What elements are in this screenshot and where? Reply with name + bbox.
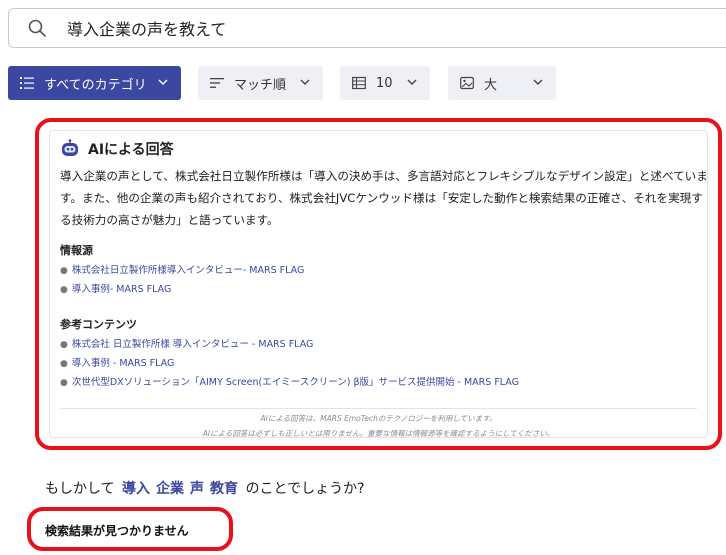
reference-link[interactable]: ● 導入事例 - MARS FLAG (60, 354, 519, 373)
robot-icon (62, 139, 78, 156)
sort-label: マッチ順 (234, 77, 287, 93)
bullet-icon: ● (60, 359, 68, 369)
image-icon (460, 76, 474, 90)
category-dropdown[interactable]: すべてのカテゴリ (8, 66, 181, 100)
search-query: 導入企業の声を教えて (67, 20, 227, 39)
sources-list: ● 株式会社日立製作所様導入インタビュー- MARS FLAG ● 導入事例- MA… (60, 261, 304, 299)
count-label: 10 (376, 75, 393, 91)
chevron-down-icon (533, 79, 543, 85)
ai-answer-title: AIによる回答 (88, 142, 174, 158)
search-icon (28, 19, 46, 37)
ai-answer-text: 導入企業の声として、株式会社日立製作所様は「導入の決め手は、多言語対応とフレキシ… (60, 169, 708, 227)
bullet-icon: ● (60, 285, 68, 295)
sort-dropdown[interactable]: マッチ順 (198, 66, 323, 100)
bullet-icon: ● (60, 266, 68, 276)
ai-answer-highlight: AIによる回答 導入企業の声として、株式会社日立製作所様は「導入の決め手は、多言… (35, 118, 722, 450)
source-link[interactable]: ● 導入事例- MARS FLAG (60, 280, 304, 299)
references-heading: 参考コンテンツ (60, 318, 137, 331)
ai-answer-header: AIによる回答 (60, 139, 174, 159)
reference-link[interactable]: ● 株式会社 日立製作所様 導入インタビュー - MARS FLAG (60, 335, 519, 354)
did-you-mean: もしかして 導入 企業声教育 のことでしょうか? (45, 478, 365, 498)
no-results-highlight: 検索結果が見つかりません (27, 507, 233, 551)
suggested-keyword[interactable]: 声 (190, 481, 204, 497)
references-list: ● 株式会社 日立製作所様 導入インタビュー - MARS FLAG ● 導入事例 … (60, 335, 519, 392)
chevron-down-icon (300, 79, 310, 85)
no-results-message: 検索結果が見つかりません (45, 524, 189, 538)
source-link[interactable]: ● 株式会社日立製作所様導入インタビュー- MARS FLAG (60, 261, 304, 280)
ai-disclaimer-2: AIによる回答は必ずしも正しいとは限りません。重要な情報は情報源等を確認するよう… (202, 429, 555, 438)
ai-answer-panel: AIによる回答 導入企業の声として、株式会社日立製作所様は「導入の決め手は、多言… (49, 130, 708, 438)
search-input[interactable]: 導入企業の声を教えて (8, 8, 726, 48)
count-dropdown[interactable]: 10 (340, 66, 430, 100)
sort-icon (210, 78, 224, 88)
reference-link[interactable]: ● 次世代型DXソリューション「AIMY Screen(エイミースクリーン) β版… (60, 373, 519, 392)
chevron-down-icon (407, 79, 417, 85)
suggested-keyword[interactable]: 導入 (122, 481, 150, 497)
size-label: 大 (484, 77, 498, 93)
did-you-mean-prefix: もしかして (45, 481, 115, 497)
table-icon (352, 76, 366, 90)
ai-disclaimer-1: AIによる回答は、MARS EmoTechのテクノロジーを利用しています。 (260, 414, 497, 423)
did-you-mean-suffix: のことでしょうか? (245, 481, 365, 497)
suggested-keyword[interactable]: 教育 (210, 481, 238, 497)
category-label: すべてのカテゴリ (44, 77, 147, 93)
suggested-keyword[interactable]: 企業 (156, 481, 184, 497)
divider (60, 408, 697, 409)
bullet-icon: ● (60, 340, 68, 350)
chevron-down-icon (158, 79, 168, 85)
size-dropdown[interactable]: 大 (448, 66, 556, 100)
sources-heading: 情報源 (60, 244, 93, 257)
list-icon (20, 77, 34, 89)
bullet-icon: ● (60, 378, 68, 388)
